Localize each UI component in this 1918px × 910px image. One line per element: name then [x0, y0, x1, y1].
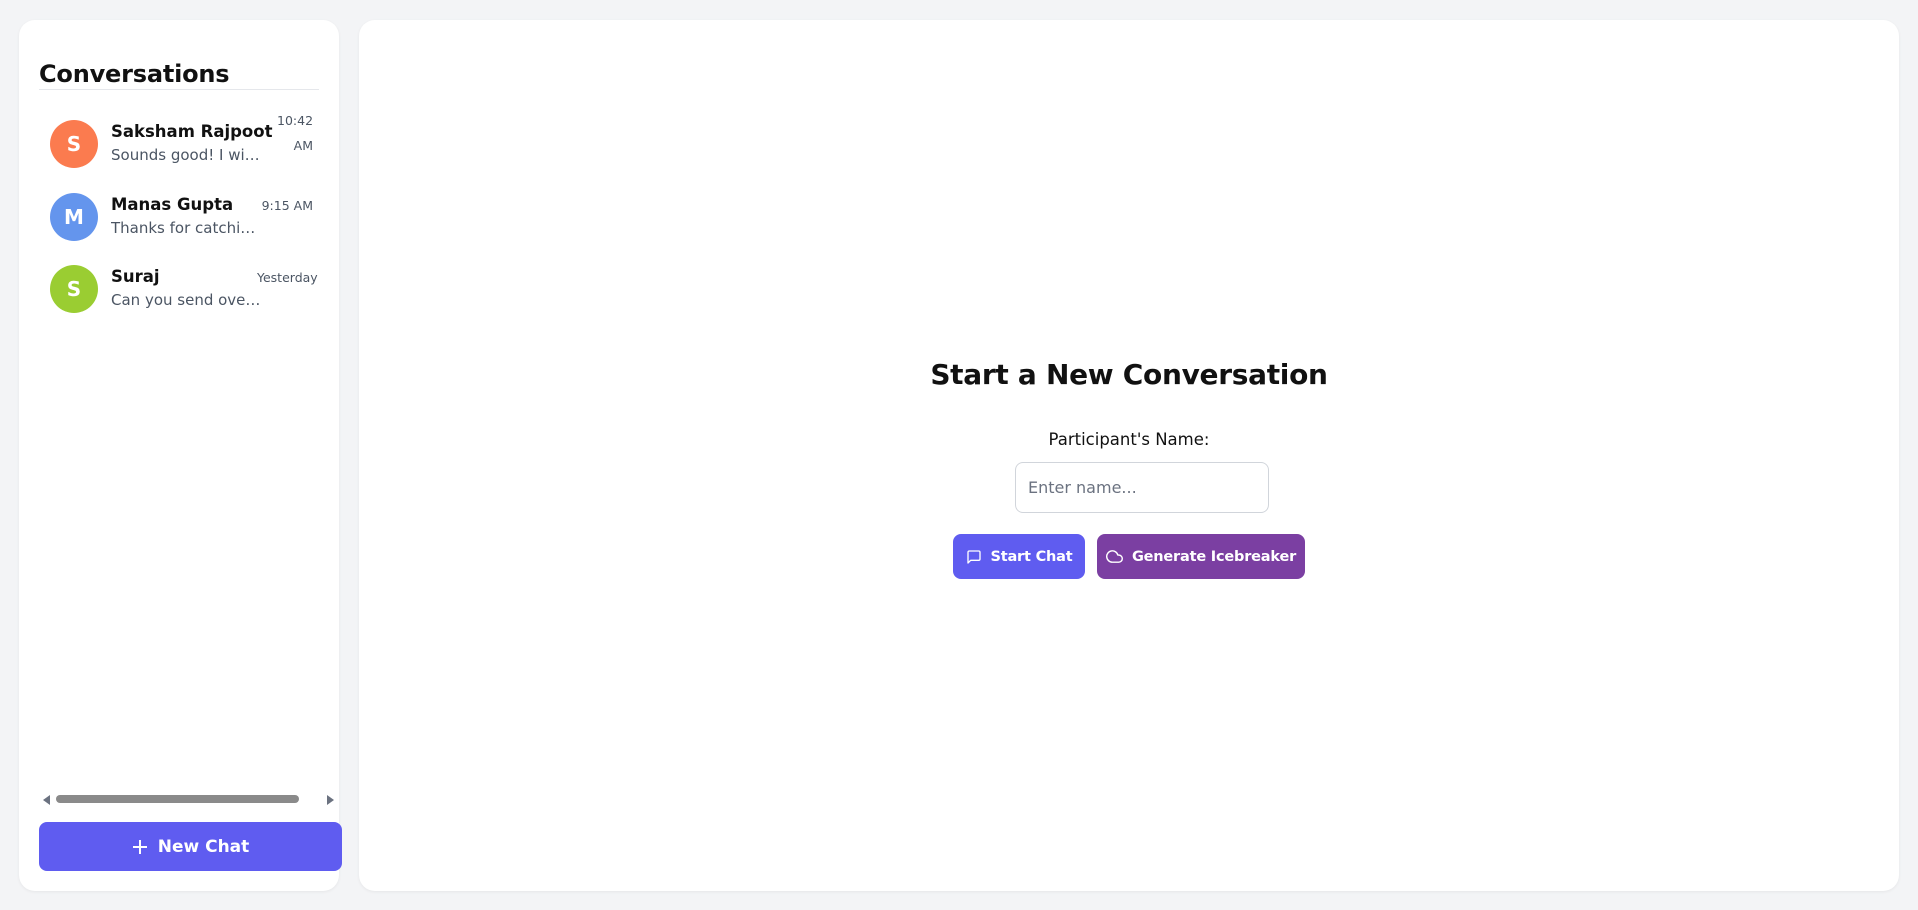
conversation-time-line2: AM	[293, 138, 313, 153]
conversation-name: Saksham Rajpoot	[111, 122, 273, 141]
avatar: S	[50, 265, 98, 313]
conversation-time-line1: 10:42	[277, 113, 314, 128]
conversation-item-suraj[interactable]: S Suraj Can you send over t... Yesterday	[19, 265, 339, 335]
app-root: Conversations S Saksham Rajpoot Sounds g…	[0, 0, 1918, 910]
conversation-time: 9:15 AM	[261, 198, 313, 213]
scrollbar-thumb[interactable]	[56, 795, 299, 803]
new-chat-button[interactable]: New Chat	[39, 822, 342, 871]
participant-name-input[interactable]	[1015, 462, 1269, 513]
message-square-icon	[966, 549, 981, 564]
start-chat-button[interactable]: Start Chat	[953, 534, 1085, 579]
generate-icebreaker-button[interactable]: Generate Icebreaker	[1097, 534, 1305, 579]
new-chat-label: New Chat	[157, 836, 250, 857]
avatar: S	[50, 120, 98, 168]
conversation-name: Suraj	[111, 267, 160, 286]
conversations-sidebar: Conversations S Saksham Rajpoot Sounds g…	[19, 20, 342, 891]
conversation-time: 10:42 AM	[277, 108, 313, 158]
avatar: M	[50, 193, 98, 241]
conversation-preview: Sounds good! I will c...	[111, 146, 263, 164]
conversation-name: Manas Gupta	[111, 195, 234, 214]
conversation-preview: Can you send over t...	[111, 291, 263, 309]
arrow-left-icon[interactable]	[43, 795, 50, 805]
conversation-preview: Thanks for catching...	[111, 219, 263, 237]
sidebar-divider	[39, 89, 319, 90]
cloud-icon	[1106, 550, 1123, 563]
plus-icon	[132, 839, 148, 855]
arrow-right-icon[interactable]	[327, 795, 334, 805]
conversation-item-saksham[interactable]: S Saksham Rajpoot Sounds good! I will c.…	[19, 113, 339, 190]
participant-name-label: Participant's Name:	[1048, 430, 1210, 449]
conversation-item-manas[interactable]: M Manas Gupta Thanks for catching... 9:1…	[19, 193, 339, 263]
start-chat-label: Start Chat	[990, 548, 1073, 565]
conversation-time: Yesterday	[257, 270, 318, 285]
new-conversation-panel: Start a New Conversation Participant's N…	[359, 20, 1899, 891]
generate-icebreaker-label: Generate Icebreaker	[1131, 548, 1297, 565]
horizontal-scrollbar[interactable]	[39, 791, 339, 807]
page-title: Start a New Conversation	[930, 358, 1328, 391]
sidebar-title: Conversations	[39, 60, 230, 88]
